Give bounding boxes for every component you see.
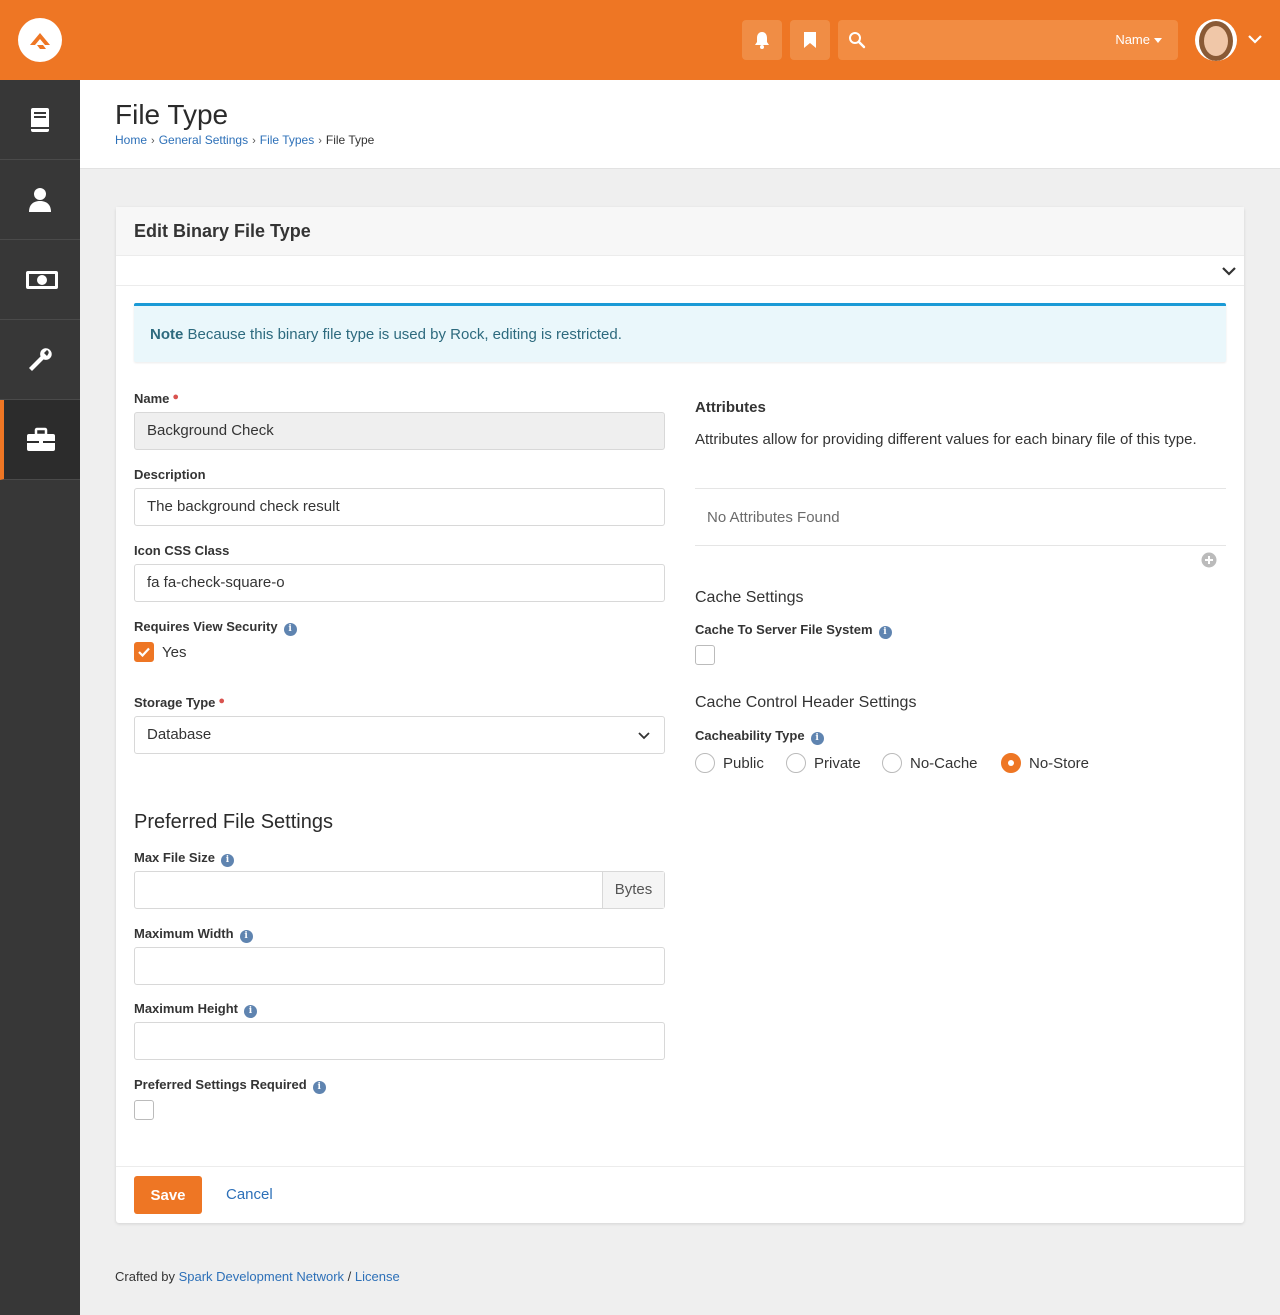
- person-icon: [29, 188, 51, 212]
- storage-type-label: Storage Type ●: [134, 695, 226, 710]
- bookmark-icon: [804, 32, 816, 48]
- top-bar: Name: [0, 0, 1280, 80]
- cache-to-server-checkbox[interactable]: [695, 645, 715, 665]
- footer-separator: /: [344, 1269, 355, 1284]
- search-icon: [849, 32, 866, 49]
- alert-message: Because this binary file type is used by…: [183, 326, 622, 343]
- add-attribute-icon[interactable]: [1201, 552, 1217, 568]
- money-icon: [26, 271, 58, 289]
- no-attributes-text: No Attributes Found: [707, 509, 840, 526]
- page-footer: Crafted by Spark Development Network / L…: [115, 1269, 400, 1284]
- storage-type-select[interactable]: Database: [134, 716, 665, 754]
- cacheability-no-cache-label: No-Cache: [910, 755, 978, 772]
- cacheability-private-radio[interactable]: [786, 753, 806, 773]
- sidebar-item-people[interactable]: [0, 160, 80, 240]
- spark-link[interactable]: Spark Development Network: [179, 1269, 344, 1284]
- info-icon[interactable]: i: [220, 854, 234, 867]
- requires-view-security-label: Requires View Security i: [134, 619, 297, 636]
- info-icon[interactable]: i: [244, 1005, 258, 1018]
- bell-icon: [755, 32, 769, 49]
- notifications-button[interactable]: [742, 20, 782, 60]
- breadcrumb-separator-icon: ›: [318, 135, 322, 147]
- chevron-down-icon[interactable]: [1247, 31, 1263, 47]
- cacheability-no-store-radio[interactable]: [1001, 753, 1021, 773]
- page-header: File Type Home › General Settings › File Typ…: [80, 80, 1280, 169]
- breadcrumb-general-settings[interactable]: General Settings: [159, 133, 248, 147]
- breadcrumb-current: File Type: [325, 133, 375, 147]
- preferred-required-checkbox[interactable]: [134, 1100, 154, 1120]
- max-file-size-input[interactable]: Bytes: [134, 871, 665, 909]
- panel-title: Edit Binary File Type: [134, 221, 311, 241]
- breadcrumb-file-types[interactable]: File Types: [260, 133, 314, 147]
- preferred-required-label: Preferred Settings Required i: [134, 1077, 326, 1094]
- max-file-size-label: Max File Size i: [134, 850, 234, 867]
- description-label: Description: [134, 467, 206, 482]
- search-bar[interactable]: Name: [838, 20, 1178, 60]
- required-indicator: ●: [218, 695, 226, 707]
- bookmarks-button[interactable]: [790, 20, 830, 60]
- cache-to-server-label: Cache To Server File System i: [695, 622, 892, 639]
- name-label: Name ●: [134, 391, 180, 406]
- avatar[interactable]: [1195, 19, 1237, 61]
- briefcase-icon: [27, 427, 55, 451]
- info-icon[interactable]: i: [312, 1081, 326, 1094]
- cacheability-label: Cacheability Type i: [695, 728, 824, 745]
- caret-down-icon: [1154, 38, 1162, 44]
- cancel-button[interactable]: Cancel: [226, 1186, 273, 1203]
- license-link[interactable]: License: [355, 1269, 400, 1284]
- panel-heading: Edit Binary File Type: [116, 207, 1244, 256]
- breadcrumb: Home › General Settings › File Types › File Ty…: [115, 133, 374, 147]
- attributes-description: Attributes allow for providing different…: [695, 431, 1197, 448]
- max-width-label: Maximum Width i: [134, 926, 253, 943]
- cache-settings-title: Cache Settings: [695, 589, 804, 606]
- save-button[interactable]: Save: [134, 1176, 202, 1214]
- cacheability-public-label: Public: [723, 755, 764, 772]
- book-icon: [31, 108, 49, 132]
- sidebar-item-admin-tools[interactable]: [0, 400, 80, 480]
- info-icon[interactable]: i: [239, 930, 253, 943]
- storage-type-value: Database: [147, 726, 212, 743]
- icon-css-class-label: Icon CSS Class: [134, 543, 230, 558]
- name-input[interactable]: Background Check: [134, 412, 665, 450]
- cacheability-private-label: Private: [814, 755, 861, 772]
- search-type-dropdown[interactable]: Name: [1115, 32, 1162, 47]
- search-type-label: Name: [1115, 32, 1150, 47]
- crafted-by-text: Crafted by: [115, 1269, 179, 1284]
- requires-view-security-option: Yes: [162, 644, 187, 661]
- cacheability-public-radio[interactable]: [695, 753, 715, 773]
- edit-panel: Edit Binary File Type Note Because this …: [116, 207, 1244, 1223]
- max-height-label: Maximum Height i: [134, 1001, 258, 1018]
- info-icon[interactable]: i: [810, 732, 824, 745]
- info-icon[interactable]: i: [283, 623, 297, 636]
- sidebar: [0, 80, 80, 1315]
- chevron-down-icon: [638, 732, 650, 740]
- description-input[interactable]: The background check result: [134, 488, 665, 526]
- breadcrumb-home[interactable]: Home: [115, 133, 147, 147]
- cacheability-no-cache-radio[interactable]: [882, 753, 902, 773]
- max-height-input[interactable]: [134, 1022, 665, 1060]
- sidebar-item-tools[interactable]: [0, 320, 80, 400]
- panel-drawer[interactable]: [116, 256, 1244, 286]
- cacheability-no-store-label: No-Store: [1029, 755, 1090, 772]
- breadcrumb-separator-icon: ›: [151, 135, 155, 147]
- wrench-icon: [29, 348, 52, 371]
- required-indicator: ●: [172, 391, 180, 403]
- chevron-down-icon[interactable]: [1222, 264, 1236, 278]
- sidebar-item-content[interactable]: [0, 80, 80, 160]
- sidebar-item-finance[interactable]: [0, 240, 80, 320]
- requires-view-security-checkbox[interactable]: [134, 642, 154, 662]
- bytes-addon: Bytes: [602, 872, 664, 908]
- page-title: File Type: [115, 99, 229, 130]
- max-width-input[interactable]: [134, 947, 665, 985]
- check-icon: [138, 647, 150, 657]
- alert-strong: Note: [150, 326, 184, 343]
- rock-logo-icon[interactable]: [18, 18, 62, 62]
- preferred-settings-title: Preferred File Settings: [134, 811, 333, 833]
- info-alert: Note Because this binary file type is us…: [134, 303, 1226, 362]
- info-icon[interactable]: i: [878, 626, 892, 639]
- icon-css-class-input[interactable]: fa fa-check-square-o: [134, 564, 665, 602]
- breadcrumb-separator-icon: ›: [252, 135, 256, 147]
- attributes-title: Attributes: [695, 399, 766, 416]
- cache-control-title: Cache Control Header Settings: [695, 694, 917, 711]
